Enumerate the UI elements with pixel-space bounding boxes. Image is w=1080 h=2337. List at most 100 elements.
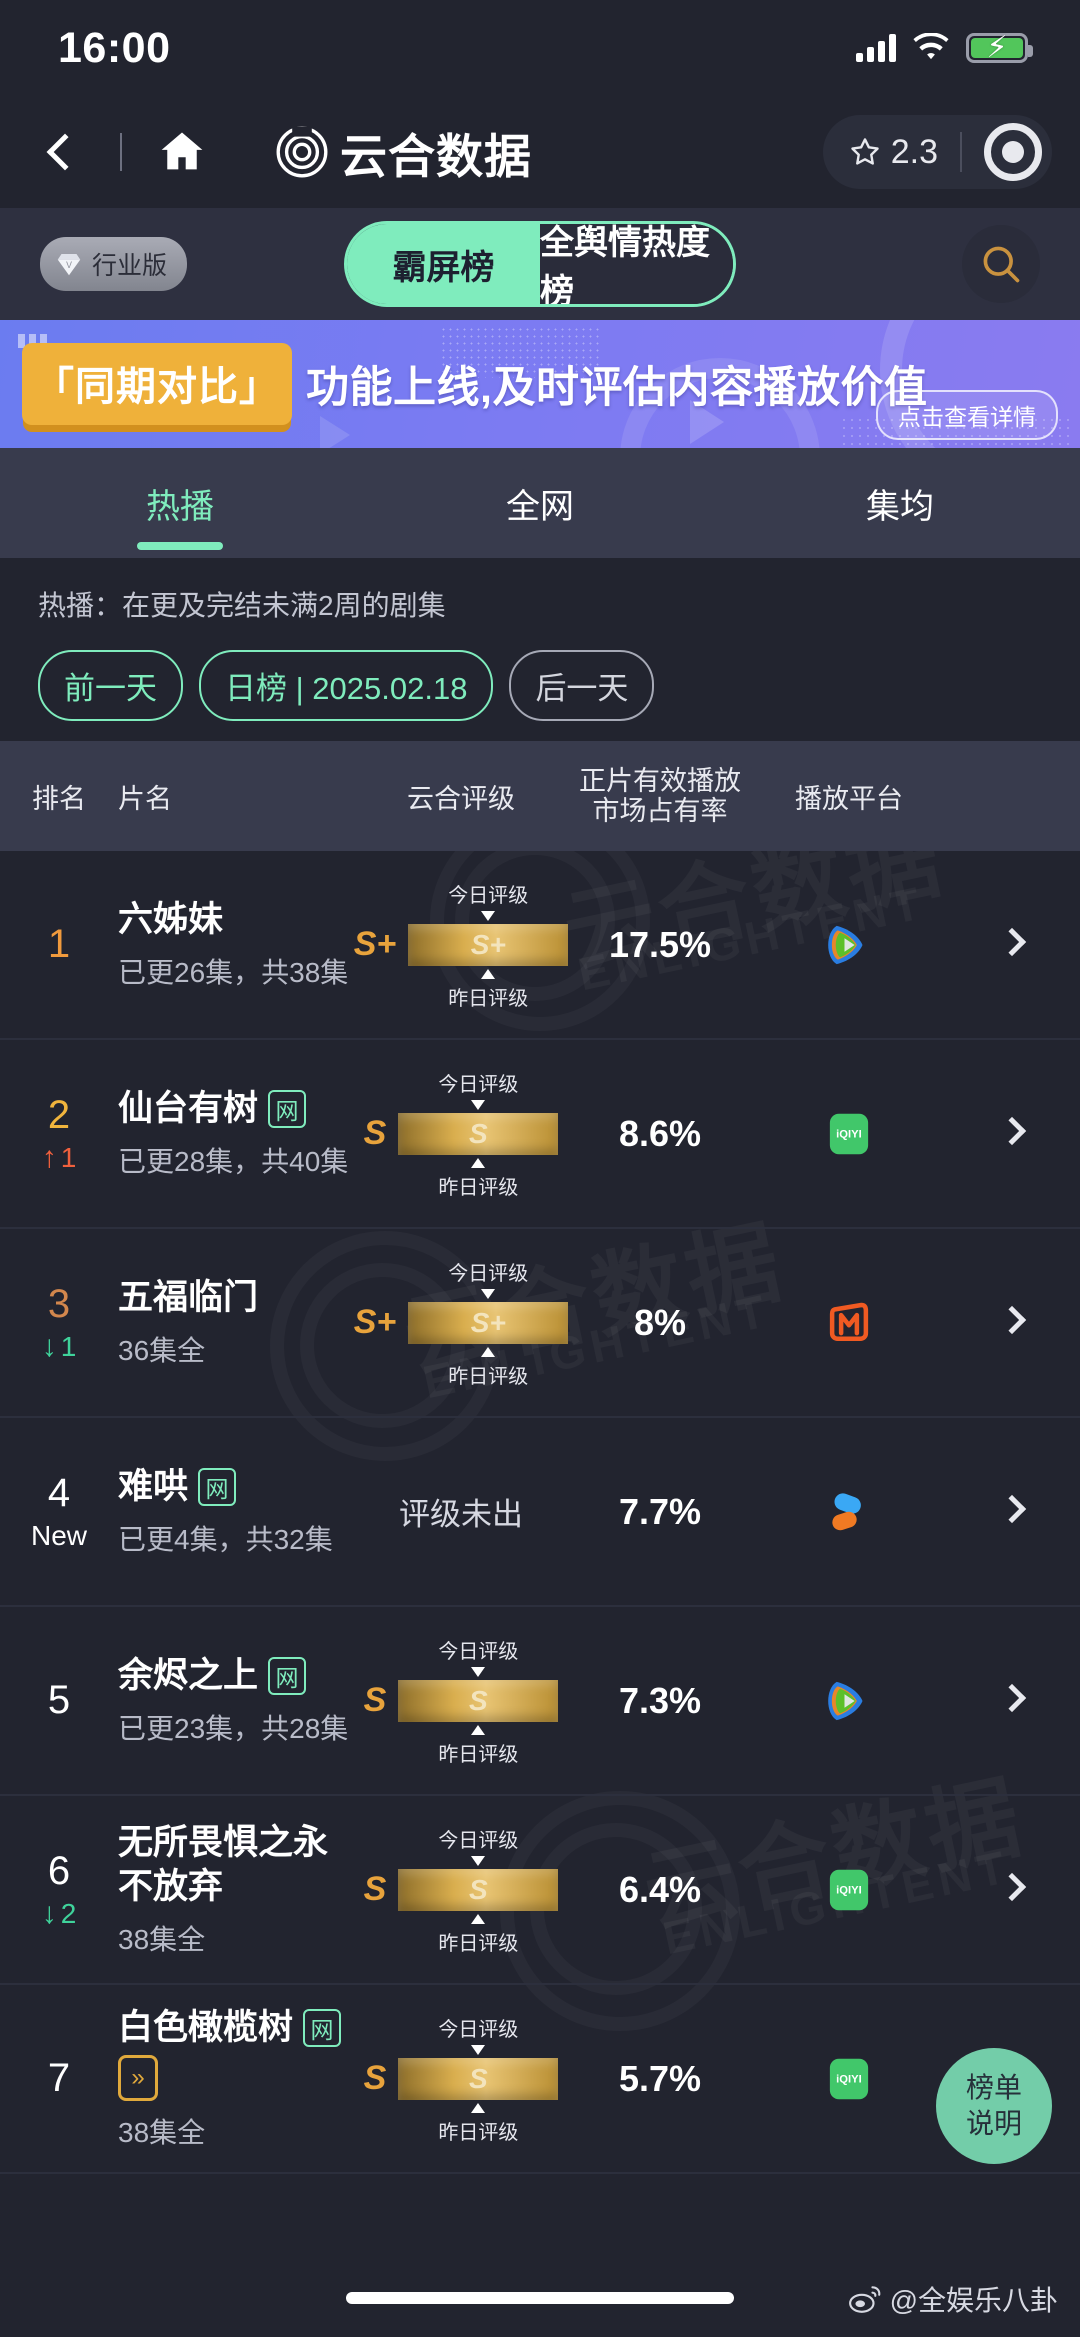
cell-share: 8.6% [566,1113,754,1155]
table-row[interactable]: 2 ↑ 1 仙台有树 网 已更28集，共40集 S 今日评级 S 昨日评级 8.6… [0,1040,1080,1229]
svg-text:iQIYI: iQIYI [836,2073,862,2085]
grade-letter: S+ [353,1303,397,1341]
episode-info: 38集全 [118,1924,206,1956]
grade-bar: S+ [408,1301,569,1344]
cell-title[interactable]: 余烬之上 网 已更23集，共28集 [118,1654,356,1748]
rank-delta-down: ↓ 2 [41,1897,77,1930]
signal-bars-icon [856,34,896,62]
next-day-button[interactable]: 后一天 [509,650,655,721]
grade-label-today: 今日评级 [438,2018,519,2041]
col-header-share: 正片有效播放 市场占有率 [566,766,754,826]
col-header-platform: 播放平台 [795,783,903,814]
col-header-rank: 排名 [32,783,86,814]
grade-label-yesterday: 昨日评级 [448,987,529,1010]
table-row[interactable]: 4 New 难哄 网 已更4集，共32集 评级未出 7.7% [0,1418,1080,1607]
share-value: 17.5% [608,923,712,965]
prev-day-button[interactable]: 前一天 [38,650,183,721]
sub-tabs: 热播 全网 集均 [0,448,1080,558]
cell-title[interactable]: 仙台有树 网 已更28集，共40集 [118,1087,356,1181]
battery-charging-icon: ⚡ [966,33,1033,63]
cell-detail-arrow[interactable] [944,1116,1080,1146]
appbar-actions: 2.3 [822,115,1052,189]
cell-title[interactable]: 六姊妹 已更26集，共38集 [118,898,356,992]
cell-detail-arrow[interactable] [944,1494,1080,1524]
show-title: 五福临门 [118,1277,259,1317]
grade-compare: S 今日评级 S 昨日评级 [356,1068,566,1200]
grade-marker-yesterday-icon [471,1913,486,1924]
star-outline-icon [851,138,879,165]
arrow-up-icon: ↑ [41,1141,57,1174]
record-circle-icon[interactable] [984,123,1042,181]
grade-bar: S [398,2057,559,2100]
table-row[interactable]: 6 ↓2 无所畏惧之永不放弃 38集全 S 今日评级 S 昨日评级 6.4% [0,1796,1080,1985]
back-chevron-icon[interactable] [46,133,84,171]
home-indicator[interactable] [346,2292,734,2304]
iqiyi-logo: iQIYI [829,2058,869,2099]
cell-share: 17.5% [566,924,754,966]
grade-bar-group: 今日评级 S 昨日评级 [398,1824,559,1956]
cell-title[interactable]: 白色橄榄树 网 » 38集全 [118,2006,356,2152]
search-button[interactable] [962,225,1040,303]
grade-compare: S+ 今日评级 S+ 昨日评级 [354,879,569,1011]
banner-cta-button[interactable]: 点击查看详情 [876,390,1058,440]
share-value: 6.4% [618,1868,702,1910]
cell-detail-arrow[interactable] [944,1305,1080,1335]
home-icon[interactable] [156,126,208,178]
promo-banner[interactable]: 「同期对比」 功能上线,及时评估内容播放价值 点击查看详情 [0,320,1080,448]
share-value: 7.3% [618,1679,702,1721]
grade-label-yesterday: 昨日评级 [438,1176,519,1199]
cell-detail-arrow[interactable] [944,1683,1080,1713]
episode-info: 36集全 [118,1335,206,1367]
arrow-down-icon: ↓ [41,1897,57,1930]
cell-title[interactable]: 五福临门 36集全 [118,1276,356,1370]
ranking-table-body: 云合数据 ENLIGHTENT 云合数据 ENLIGHTENT 云合数据 ENL… [0,851,1080,2174]
cell-title[interactable]: 无所畏惧之永不放弃 38集全 [118,1821,356,1959]
diamond-icon: V [57,254,81,276]
chevron-right-icon [997,1305,1027,1335]
industry-edition-badge[interactable]: V 行业版 [40,237,188,291]
cell-platform [754,1296,944,1350]
grade-marker-yesterday-icon [481,968,496,979]
grade-label-yesterday: 昨日评级 [438,2121,519,2144]
col-header-share-line1: 正片有效播放 [579,765,741,796]
cell-grade: S 今日评级 S 昨日评级 [356,1068,566,1200]
table-row[interactable]: 5 余烬之上 网 已更23集，共28集 S 今日评级 S 昨日评级 7.3% [0,1607,1080,1796]
table-row[interactable]: 1 六姊妹 已更26集，共38集 S+ 今日评级 S+ 昨日评级 17.5% [0,851,1080,1040]
web-series-tag: 网 [268,1089,307,1128]
cell-grade: S 今日评级 S 昨日评级 [356,1635,566,1767]
cell-grade: S+ 今日评级 S+ 昨日评级 [354,879,569,1011]
rating-badge[interactable]: 2.3 [849,133,938,172]
web-series-tag: 网 [198,1467,237,1506]
date-range-selector[interactable]: 日榜 | 2025.02.18 [199,650,494,721]
grade-label-today: 今日评级 [448,884,529,907]
cell-share: 6.4% [566,1869,754,1911]
grade-marker-today-icon [471,1855,486,1866]
grade-bar-group: 今日评级 S+ 昨日评级 [408,879,569,1011]
iqiyi-logo: iQIYI [829,1113,869,1154]
brand-title: 云合数据 [340,129,532,183]
grade-bar-group: 今日评级 S 昨日评级 [398,2013,559,2145]
tab-baping-bang[interactable]: 霸屏榜 [347,224,540,304]
episode-info: 38集全 [118,2117,206,2149]
banner-text: 功能上线,及时评估内容播放价值 [306,364,928,412]
ranking-explain-fab[interactable]: 榜单 说明 [936,2048,1052,2164]
table-row[interactable]: 3 ↓ 1 五福临门 36集全 S+ 今日评级 S+ 昨日评级 8% [0,1229,1080,1418]
grade-marker-today-icon [471,2044,486,2055]
rank-number: 5 [47,1678,71,1722]
cell-detail-arrow[interactable] [944,1872,1080,1902]
cell-title[interactable]: 难哄 网 已更4集，共32集 [118,1465,356,1559]
tab-yuqing-redu-bang[interactable]: 全舆情热度榜 [540,224,733,304]
table-row[interactable]: 7 白色橄榄树 网 » 38集全 S 今日评级 S 昨日评级 5.7% iQIY… [0,1985,1080,2174]
cell-detail-arrow[interactable] [944,927,1080,957]
cell-platform: iQIYI [754,1863,944,1917]
cell-platform [754,1485,944,1539]
tab-quanwang[interactable]: 全网 [360,448,720,558]
grade-compare: S 今日评级 S 昨日评级 [356,2013,566,2145]
grade-label-today: 今日评级 [438,1073,519,1096]
grade-marker-today-icon [481,910,496,921]
rank-number: 6 [47,1849,71,1893]
tab-rebo[interactable]: 热播 [0,448,360,558]
grade-marker-today-icon [471,1099,486,1110]
tab-jijun[interactable]: 集均 [720,448,1080,558]
rank-number: 2 [47,1093,71,1137]
